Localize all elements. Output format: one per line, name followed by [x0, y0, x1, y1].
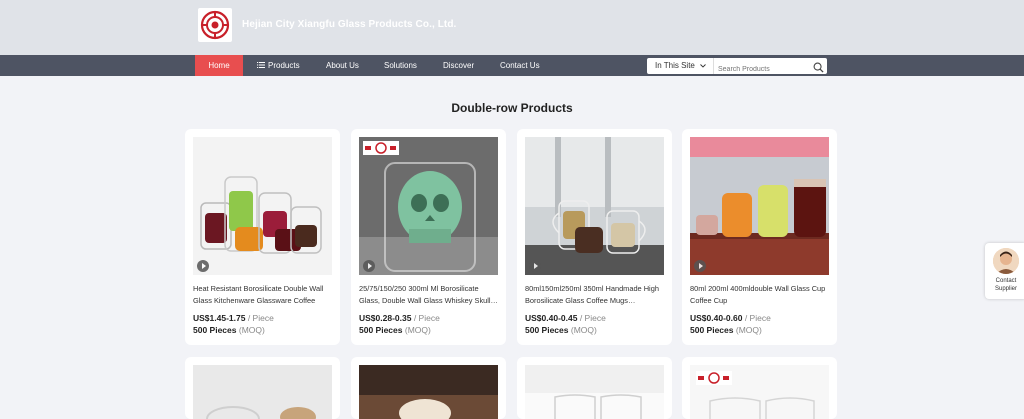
product-card[interactable]: 25/75/150/250 300ml Ml Borosilicate Glas…	[351, 129, 506, 345]
product-moq: 500 Pieces (MOQ)	[359, 325, 431, 335]
product-image[interactable]	[359, 137, 498, 275]
product-card[interactable]	[351, 357, 506, 419]
contact-supplier-widget[interactable]: Contact Supplier	[985, 243, 1024, 299]
product-card[interactable]: Heat Resistant Borosilicate Double Wall …	[185, 129, 340, 345]
product-price: US$0.40-0.45 / Piece	[525, 313, 606, 323]
price-value: US$0.40-0.60	[690, 313, 743, 323]
video-play-icon[interactable]	[363, 260, 375, 272]
product-title[interactable]: 80ml 200ml 400mldouble Wall Glass Cup Co…	[690, 283, 832, 306]
video-play-icon[interactable]	[529, 260, 541, 272]
price-unit: / Piece	[247, 313, 274, 323]
contact-label-line1: Contact	[995, 278, 1017, 284]
search-box	[713, 58, 827, 78]
moq-value: 500 Pieces	[690, 325, 734, 335]
list-icon	[257, 55, 265, 76]
product-card[interactable]	[682, 357, 837, 419]
product-card[interactable]: 80ml 200ml 400mldouble Wall Glass Cup Co…	[682, 129, 837, 345]
contact-supplier-label: Contact Supplier	[987, 277, 1024, 293]
site-header: Hejian City Xiangfu Glass Products Co., …	[0, 0, 1024, 55]
company-logo[interactable]	[198, 8, 232, 42]
nav-contact-us[interactable]: Contact Us	[500, 55, 540, 76]
product-image[interactable]	[525, 365, 664, 419]
product-image[interactable]	[525, 137, 664, 275]
price-unit: / Piece	[579, 313, 606, 323]
price-value: US$1.45-1.75	[193, 313, 246, 323]
chevron-down-icon	[700, 58, 706, 74]
avatar	[993, 248, 1019, 274]
product-title[interactable]: 80ml150ml250ml 350ml Handmade High Boros…	[525, 283, 667, 306]
product-image[interactable]	[193, 365, 332, 419]
moq-value: 500 Pieces	[359, 325, 403, 335]
nav-home[interactable]: Home	[195, 55, 243, 76]
nav-about-us[interactable]: About Us	[326, 55, 359, 76]
product-image[interactable]	[690, 365, 829, 419]
nav-products[interactable]: Products	[257, 55, 300, 76]
nav-solutions[interactable]: Solutions	[384, 55, 417, 76]
product-card[interactable]: 80ml150ml250ml 350ml Handmade High Boros…	[517, 129, 672, 345]
product-moq: 500 Pieces (MOQ)	[690, 325, 762, 335]
video-play-icon[interactable]	[694, 260, 706, 272]
moq-value: 500 Pieces	[525, 325, 569, 335]
search-input[interactable]	[714, 61, 810, 78]
price-value: US$0.40-0.45	[525, 313, 578, 323]
moq-label: (MOQ)	[570, 325, 597, 335]
section-title: Double-row Products	[451, 101, 573, 115]
search-scope-select[interactable]: In This Site	[647, 58, 713, 74]
contact-label-line2: Supplier	[994, 286, 1017, 292]
moq-label: (MOQ)	[735, 325, 762, 335]
nav-discover[interactable]: Discover	[443, 55, 474, 76]
product-image[interactable]	[193, 137, 332, 275]
product-card[interactable]	[185, 357, 340, 419]
product-image[interactable]	[359, 365, 498, 419]
main-nav: Home Products About Us Solutions Discove…	[0, 55, 1024, 76]
product-price: US$1.45-1.75 / Piece	[193, 313, 274, 323]
product-image[interactable]	[690, 137, 829, 275]
video-play-icon[interactable]	[197, 260, 209, 272]
price-value: US$0.28-0.35	[359, 313, 412, 323]
search-icon[interactable]	[813, 60, 824, 78]
moq-label: (MOQ)	[404, 325, 431, 335]
moq-label: (MOQ)	[238, 325, 265, 335]
company-name[interactable]: Hejian City Xiangfu Glass Products Co., …	[242, 19, 456, 30]
product-price: US$0.40-0.60 / Piece	[690, 313, 771, 323]
price-unit: / Piece	[413, 313, 440, 323]
product-title[interactable]: Heat Resistant Borosilicate Double Wall …	[193, 283, 335, 306]
product-card[interactable]	[517, 357, 672, 419]
moq-value: 500 Pieces	[193, 325, 237, 335]
product-moq: 500 Pieces (MOQ)	[193, 325, 265, 335]
product-moq: 500 Pieces (MOQ)	[525, 325, 597, 335]
product-title[interactable]: 25/75/150/250 300ml Ml Borosilicate Glas…	[359, 283, 501, 306]
search-scope-label: In This Site	[655, 61, 695, 71]
product-price: US$0.28-0.35 / Piece	[359, 313, 440, 323]
nav-products-label: Products	[268, 61, 300, 70]
price-unit: / Piece	[744, 313, 771, 323]
